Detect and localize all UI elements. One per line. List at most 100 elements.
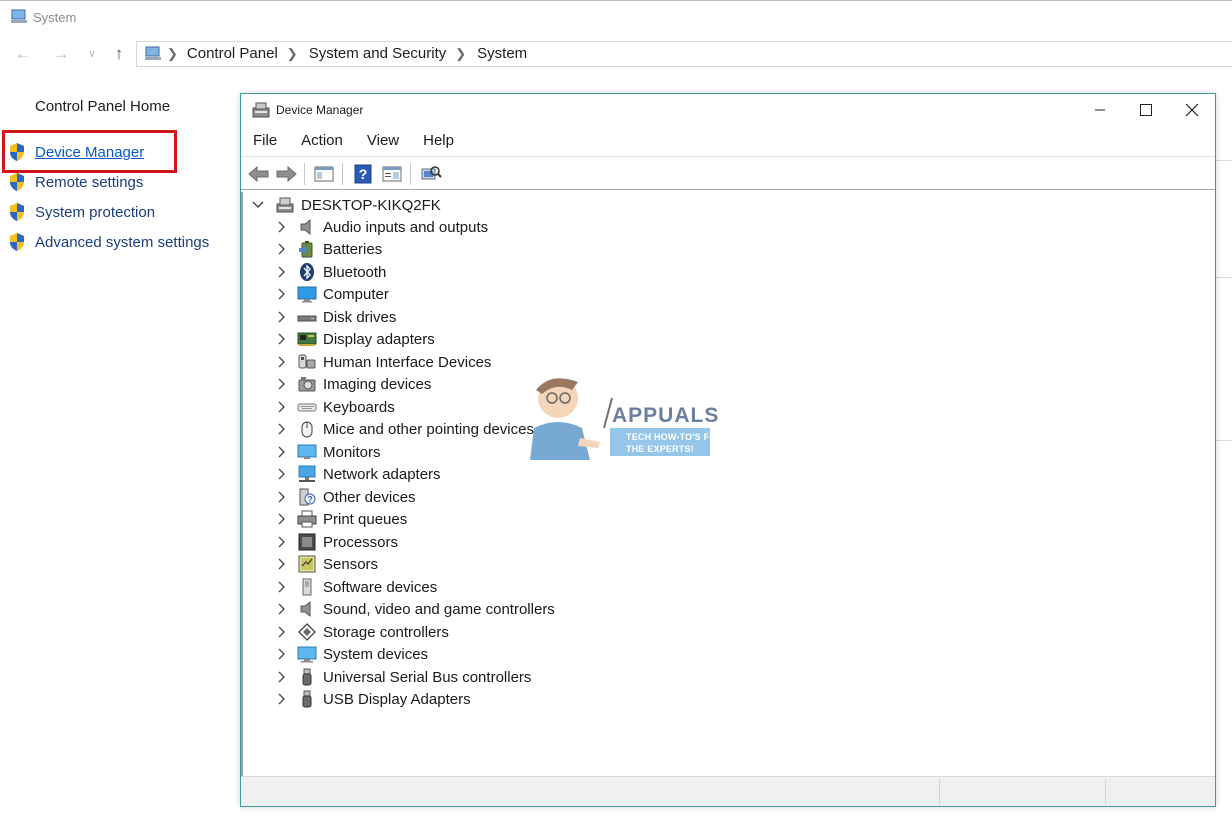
tree-category-print-queues[interactable]: Print queues <box>275 508 407 530</box>
category-label[interactable]: Keyboards <box>323 399 395 416</box>
category-label[interactable]: Software devices <box>323 579 437 596</box>
tree-category-hid[interactable]: Human Interface Devices <box>275 351 491 373</box>
category-label[interactable]: Mice and other pointing devices <box>323 421 534 438</box>
category-label[interactable]: Sensors <box>323 556 378 573</box>
collapsed-chevron-icon[interactable] <box>275 265 289 279</box>
menu-help[interactable]: Help <box>411 128 466 154</box>
category-label[interactable]: Other devices <box>323 489 416 506</box>
collapsed-chevron-icon[interactable] <box>275 242 289 256</box>
category-label[interactable]: Disk drives <box>323 309 396 326</box>
collapsed-chevron-icon[interactable] <box>275 580 289 594</box>
tree-category-disk-drives[interactable]: Disk drives <box>275 306 396 328</box>
collapsed-chevron-icon[interactable] <box>275 535 289 549</box>
category-label[interactable]: Sound, video and game controllers <box>323 601 555 618</box>
collapsed-chevron-icon[interactable] <box>275 332 289 346</box>
tree-root-node[interactable]: DESKTOP-KIKQ2FK <box>251 194 441 216</box>
tree-category-mice[interactable]: Mice and other pointing devices <box>275 418 534 440</box>
collapsed-chevron-icon[interactable] <box>275 602 289 616</box>
collapsed-chevron-icon[interactable] <box>275 220 289 234</box>
toolbar-scan-hardware-button[interactable] <box>419 163 443 185</box>
toolbar-back-button[interactable] <box>247 163 271 185</box>
tree-category-storage-controllers[interactable]: Storage controllers <box>275 621 449 643</box>
up-arrow-icon[interactable]: ↑ <box>108 43 130 65</box>
maximize-button[interactable] <box>1123 94 1169 126</box>
breadcrumb-separator-icon[interactable]: ❯ <box>167 46 178 62</box>
collapsed-chevron-icon[interactable] <box>275 692 289 706</box>
category-label[interactable]: Monitors <box>323 444 381 461</box>
category-label[interactable]: Network adapters <box>323 466 441 483</box>
tree-category-other-devices[interactable]: ? Other devices <box>275 486 416 508</box>
task-remote-settings[interactable]: Remote settings <box>8 171 143 193</box>
computer-name[interactable]: DESKTOP-KIKQ2FK <box>301 197 441 214</box>
category-label[interactable]: Storage controllers <box>323 624 449 641</box>
menu-view[interactable]: View <box>355 128 411 154</box>
tree-category-system-devices[interactable]: System devices <box>275 643 428 665</box>
toolbar-properties-button[interactable] <box>380 163 404 185</box>
collapsed-chevron-icon[interactable] <box>275 512 289 526</box>
collapsed-chevron-icon[interactable] <box>275 377 289 391</box>
collapsed-chevron-icon[interactable] <box>275 647 289 661</box>
tree-category-usb-display-adapters[interactable]: USB Display Adapters <box>275 688 471 710</box>
category-label[interactable]: Universal Serial Bus controllers <box>323 669 531 686</box>
menu-file[interactable]: File <box>241 128 289 154</box>
collapsed-chevron-icon[interactable] <box>275 310 289 324</box>
tree-category-imaging-devices[interactable]: Imaging devices <box>275 373 431 395</box>
toolbar-console-tree-button[interactable] <box>312 163 336 185</box>
task-label[interactable]: System protection <box>35 204 155 221</box>
category-label[interactable]: Human Interface Devices <box>323 354 491 371</box>
breadcrumb-separator-icon[interactable]: ❯ <box>455 46 466 62</box>
tree-category-audio-inputs[interactable]: Audio inputs and outputs <box>275 216 488 238</box>
recent-locations-chevron-icon[interactable]: ∨ <box>81 43 103 65</box>
category-label[interactable]: USB Display Adapters <box>323 691 471 708</box>
tree-category-keyboards[interactable]: Keyboards <box>275 396 395 418</box>
collapsed-chevron-icon[interactable] <box>275 355 289 369</box>
collapsed-chevron-icon[interactable] <box>275 557 289 571</box>
collapsed-chevron-icon[interactable] <box>275 422 289 436</box>
collapsed-chevron-icon[interactable] <box>275 467 289 481</box>
breadcrumb-separator-icon[interactable]: ❯ <box>287 46 298 62</box>
collapsed-chevron-icon[interactable] <box>275 445 289 459</box>
tree-category-monitors[interactable]: Monitors <box>275 441 381 463</box>
control-panel-home-link[interactable]: Control Panel Home <box>35 98 170 115</box>
category-label[interactable]: Audio inputs and outputs <box>323 219 488 236</box>
category-label[interactable]: System devices <box>323 646 428 663</box>
menu-action[interactable]: Action <box>289 128 355 154</box>
tree-category-network-adapters[interactable]: Network adapters <box>275 463 441 485</box>
tree-category-sound-video-game[interactable]: Sound, video and game controllers <box>275 598 555 620</box>
close-button[interactable] <box>1169 94 1215 126</box>
collapsed-chevron-icon[interactable] <box>275 400 289 414</box>
category-label[interactable]: Print queues <box>323 511 407 528</box>
category-label[interactable]: Batteries <box>323 241 382 258</box>
device-manager-titlebar[interactable]: Device Manager <box>241 94 1215 126</box>
forward-arrow-icon[interactable]: → <box>50 43 72 65</box>
tree-category-sensors[interactable]: Sensors <box>275 553 378 575</box>
tree-category-processors[interactable]: Processors <box>275 531 398 553</box>
toolbar-help-button[interactable]: ? <box>351 163 375 185</box>
back-arrow-icon[interactable]: ← <box>12 43 34 65</box>
category-label[interactable]: Bluetooth <box>323 264 386 281</box>
tree-category-software-devices[interactable]: Software devices <box>275 576 437 598</box>
collapsed-chevron-icon[interactable] <box>275 625 289 639</box>
collapsed-chevron-icon[interactable] <box>275 490 289 504</box>
task-label[interactable]: Remote settings <box>35 174 143 191</box>
breadcrumb-control-panel[interactable]: Control Panel <box>187 45 278 62</box>
toolbar-forward-button[interactable] <box>274 163 298 185</box>
category-label[interactable]: Imaging devices <box>323 376 431 393</box>
collapsed-chevron-icon[interactable] <box>275 287 289 301</box>
breadcrumb-system[interactable]: System <box>477 45 527 62</box>
category-label[interactable]: Processors <box>323 534 398 551</box>
breadcrumb-system-and-security[interactable]: System and Security <box>309 45 447 62</box>
expanded-chevron-icon[interactable] <box>251 198 265 212</box>
tree-category-usb-controllers[interactable]: Universal Serial Bus controllers <box>275 666 531 688</box>
collapsed-chevron-icon[interactable] <box>275 670 289 684</box>
address-box[interactable]: ❯ Control Panel ❯ System and Security ❯ … <box>136 41 1232 67</box>
tree-category-batteries[interactable]: Batteries <box>275 238 382 260</box>
category-label[interactable]: Computer <box>323 286 389 303</box>
tree-category-bluetooth[interactable]: Bluetooth <box>275 261 386 283</box>
task-advanced-system-settings[interactable]: Advanced system settings <box>8 231 209 253</box>
task-system-protection[interactable]: System protection <box>8 201 155 223</box>
task-label[interactable]: Advanced system settings <box>35 234 209 251</box>
tree-category-display-adapters[interactable]: Display adapters <box>275 328 435 350</box>
category-label[interactable]: Display adapters <box>323 331 435 348</box>
minimize-button[interactable] <box>1077 94 1123 126</box>
